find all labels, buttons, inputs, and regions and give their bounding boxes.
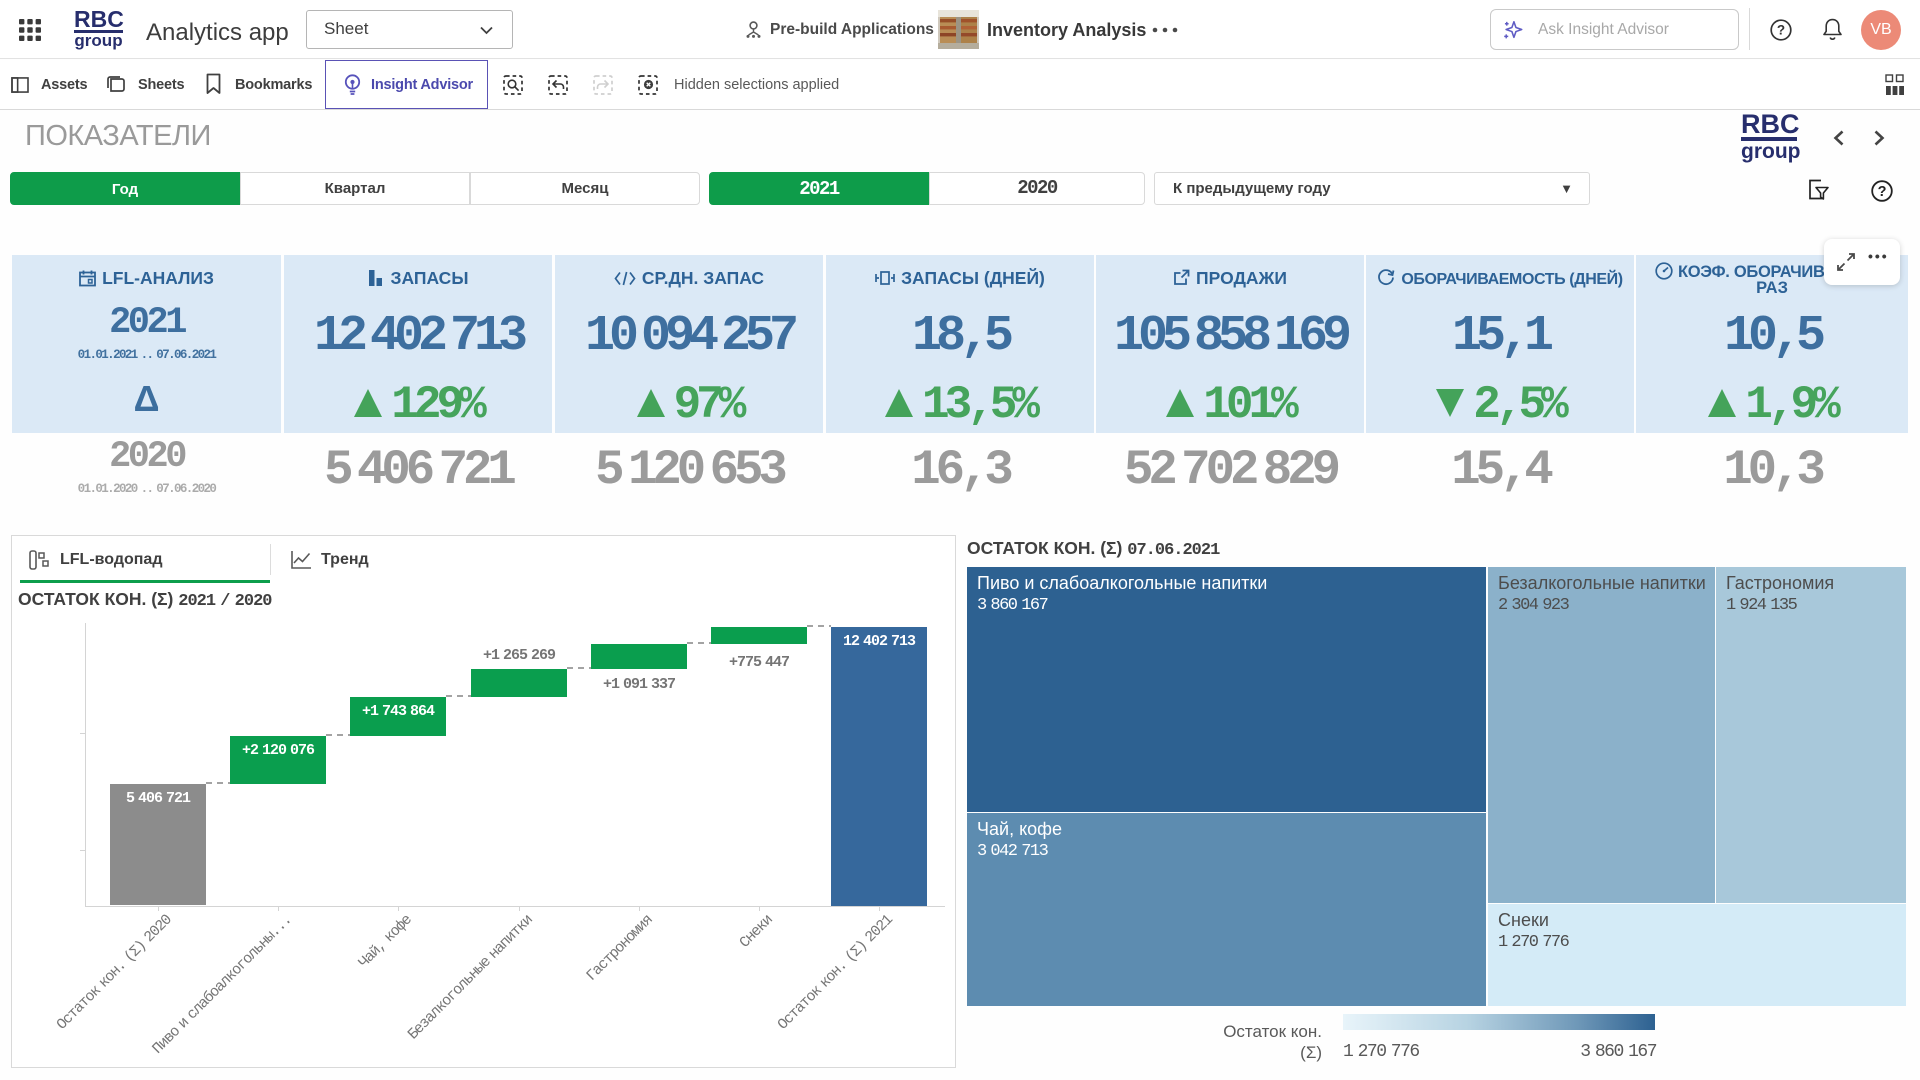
svg-text:?: ? <box>1777 23 1785 38</box>
svg-text:?: ? <box>1878 184 1887 200</box>
